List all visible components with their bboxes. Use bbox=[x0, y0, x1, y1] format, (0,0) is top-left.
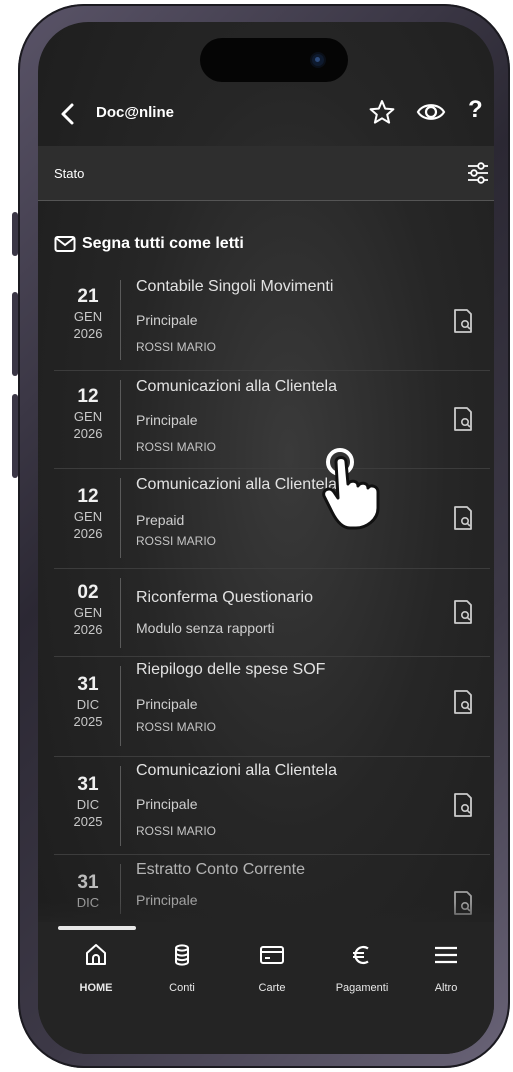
document-preview-icon[interactable] bbox=[452, 308, 474, 334]
tap-gesture-icon bbox=[322, 448, 380, 530]
date-year: 2025 bbox=[73, 714, 103, 729]
document-holder: ROSSI MARIO bbox=[136, 340, 217, 354]
document-title: Riepilogo delle spese SOF bbox=[136, 661, 326, 678]
document-holder: ROSSI MARIO bbox=[136, 720, 217, 734]
date-day: 12 bbox=[77, 486, 99, 507]
euro-icon bbox=[353, 945, 369, 965]
top-bar: Doc@nline ? bbox=[38, 92, 494, 144]
chevron-left-icon[interactable] bbox=[56, 100, 80, 128]
nav-label: Pagamenti bbox=[335, 982, 389, 994]
app-screen: Doc@nline ? Stato Segna tutti come letti bbox=[38, 22, 494, 1054]
date-day: 12 bbox=[77, 386, 99, 407]
document-preview-icon[interactable] bbox=[452, 406, 474, 432]
eye-icon[interactable] bbox=[416, 100, 446, 124]
document-row[interactable]: 21 GEN 2026 Contabile Singoli Movimenti … bbox=[54, 270, 490, 371]
nav-label: Altro bbox=[434, 982, 458, 994]
nav-item-home[interactable]: HOME bbox=[56, 942, 136, 994]
row-divider bbox=[120, 280, 121, 360]
card-icon bbox=[260, 946, 284, 964]
sliders-icon[interactable] bbox=[466, 161, 490, 185]
document-date: 31 DIC 2025 bbox=[54, 774, 122, 830]
phone-side-button bbox=[12, 212, 18, 256]
document-account: Principale bbox=[136, 412, 198, 428]
date-year: 2025 bbox=[73, 814, 103, 829]
document-date: 02 GEN 2026 bbox=[54, 582, 122, 638]
mail-icon bbox=[54, 236, 76, 252]
document-account: Principale bbox=[136, 796, 198, 812]
nav-label: Carte bbox=[258, 982, 286, 994]
date-year: 2026 bbox=[73, 622, 103, 637]
document-row[interactable]: 02 GEN 2026 Riconferma Questionario Modu… bbox=[54, 568, 490, 657]
page-title: Doc@nline bbox=[96, 104, 174, 121]
date-month: GEN bbox=[73, 409, 103, 424]
nav-item-conti[interactable]: Conti bbox=[142, 942, 222, 994]
document-holder: ROSSI MARIO bbox=[136, 440, 217, 454]
date-day: 31 bbox=[77, 774, 99, 795]
document-date: 31 DIC 2025 bbox=[54, 674, 122, 730]
mark-all-read-button[interactable]: Segna tutti come letti bbox=[54, 232, 244, 256]
document-preview-icon[interactable] bbox=[452, 505, 474, 531]
document-account: Modulo senza rapporti bbox=[136, 620, 275, 636]
filter-label[interactable]: Stato bbox=[54, 166, 84, 181]
phone-side-button bbox=[12, 394, 18, 478]
nav-label: HOME bbox=[79, 982, 113, 994]
home-icon bbox=[86, 944, 106, 965]
coins-icon bbox=[175, 944, 189, 966]
date-month: DIC bbox=[76, 697, 100, 712]
help-icon[interactable]: ? bbox=[468, 96, 488, 124]
row-divider bbox=[120, 666, 121, 746]
document-date: 12 GEN 2026 bbox=[54, 486, 122, 542]
document-title: Comunicazioni alla Clientela bbox=[136, 762, 337, 779]
date-year: 2026 bbox=[73, 526, 103, 541]
nav-label: Conti bbox=[169, 982, 195, 994]
menu-icon bbox=[435, 946, 457, 964]
document-date: 12 GEN 2026 bbox=[54, 386, 122, 442]
document-holder: ROSSI MARIO bbox=[136, 534, 217, 548]
document-title: Contabile Singoli Movimenti bbox=[136, 278, 334, 295]
document-row[interactable]: 31 DIC 2025 Comunicazioni alla Clientela… bbox=[54, 756, 490, 855]
filter-bar: Stato bbox=[38, 146, 494, 201]
dynamic-island bbox=[200, 38, 348, 82]
document-title: Comunicazioni alla Clientela bbox=[136, 378, 337, 395]
bottom-navigation: HOME Conti Carte Pagamenti Altro bbox=[38, 922, 494, 1054]
mark-all-read-label: Segna tutti come letti bbox=[82, 235, 244, 252]
phone-side-button bbox=[12, 292, 18, 376]
document-account: Prepaid bbox=[136, 512, 185, 528]
date-year: 2026 bbox=[73, 426, 103, 441]
document-title: Estratto Conto Corrente bbox=[136, 861, 305, 878]
date-month: GEN bbox=[73, 605, 103, 620]
document-preview-icon[interactable] bbox=[452, 599, 474, 625]
row-divider bbox=[120, 478, 121, 558]
document-account: Principale bbox=[136, 696, 198, 712]
document-holder: ROSSI MARIO bbox=[136, 824, 217, 838]
star-icon[interactable] bbox=[368, 98, 396, 126]
date-year: 2026 bbox=[73, 326, 103, 341]
document-row[interactable]: 12 GEN 2026 Comunicazioni alla Clientela… bbox=[54, 370, 490, 469]
row-divider bbox=[120, 380, 121, 460]
document-preview-icon[interactable] bbox=[452, 689, 474, 715]
document-row[interactable]: 31 DIC 2025 Riepilogo delle spese SOF Pr… bbox=[54, 656, 490, 757]
nav-active-indicator bbox=[58, 926, 136, 930]
date-month: GEN bbox=[73, 509, 103, 524]
document-title: Comunicazioni alla Clientela bbox=[136, 476, 337, 493]
date-day: 02 bbox=[77, 582, 99, 603]
nav-item-pagamenti[interactable]: Pagamenti bbox=[322, 942, 402, 994]
document-account: Principale bbox=[136, 312, 198, 328]
document-row[interactable]: 12 GEN 2026 Comunicazioni alla Clientela… bbox=[54, 468, 490, 569]
document-preview-icon[interactable] bbox=[452, 792, 474, 818]
row-divider bbox=[120, 766, 121, 846]
date-day: 31 bbox=[77, 674, 99, 695]
nav-item-carte[interactable]: Carte bbox=[232, 942, 312, 994]
row-divider bbox=[120, 578, 121, 648]
date-day: 31 bbox=[77, 872, 99, 893]
date-month: DIC bbox=[76, 797, 100, 812]
document-title: Riconferma Questionario bbox=[136, 589, 313, 606]
date-day: 21 bbox=[77, 286, 99, 307]
document-date: 21 GEN 2026 bbox=[54, 286, 122, 342]
camera-icon bbox=[312, 54, 324, 66]
nav-item-altro[interactable]: Altro bbox=[406, 942, 486, 994]
date-month: GEN bbox=[73, 309, 103, 324]
